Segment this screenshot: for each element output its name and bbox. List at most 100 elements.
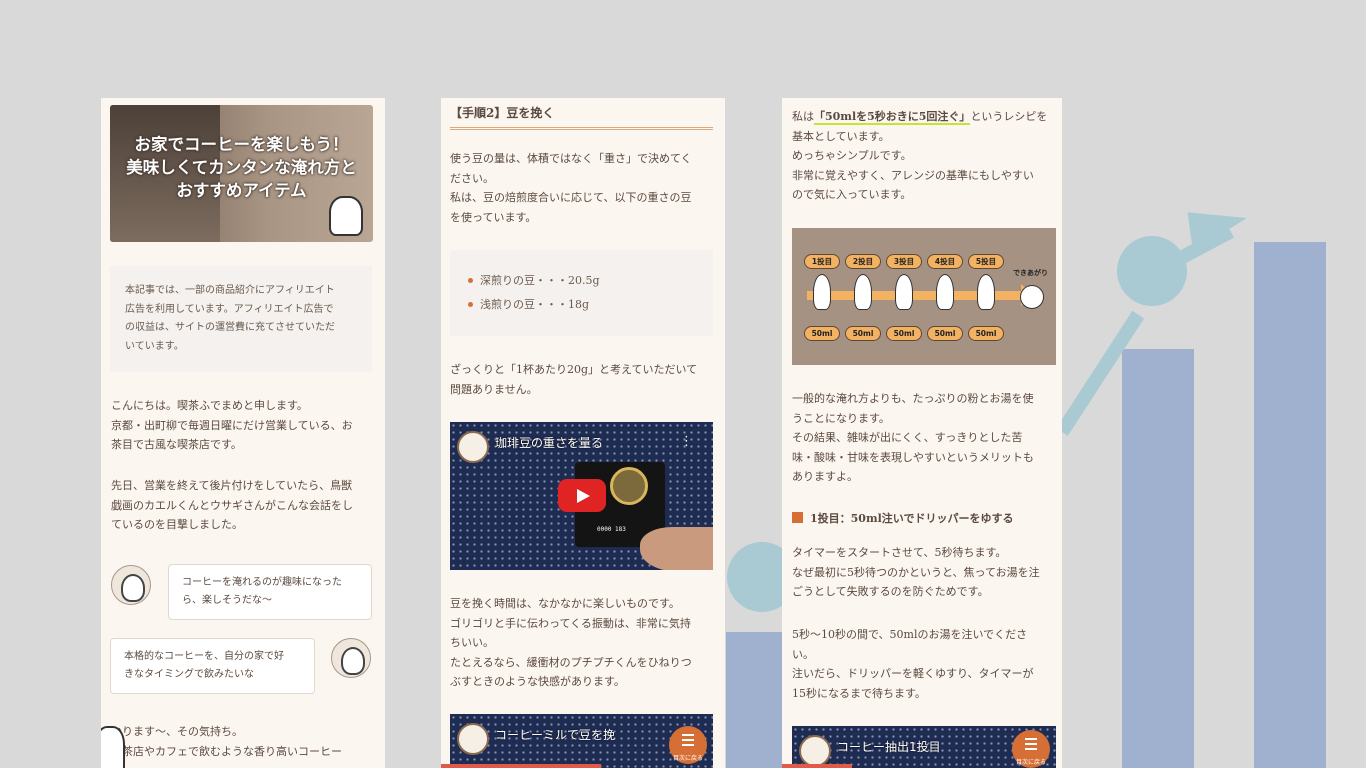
frog-avatar	[111, 565, 151, 605]
paragraph-line: めっちゃシンプルです。	[792, 149, 912, 162]
list-item: 深煎りの豆・・・20.5g	[468, 269, 695, 293]
step-label: 2投目	[845, 254, 881, 269]
rabbit-icon	[936, 274, 954, 310]
amount-label: 50ml	[886, 326, 922, 341]
background-arrow-icon	[1187, 204, 1251, 252]
background-dot-2	[1117, 236, 1187, 306]
amount-label: 50ml	[804, 326, 840, 341]
paragraph-line: 使う豆の量は、体積ではなく「重さ」で決めてく	[450, 152, 692, 165]
background-bar-1	[726, 632, 782, 768]
rabbit-icon	[854, 274, 872, 310]
paragraph-line: かります〜、その気持ち。	[111, 725, 243, 738]
scroll-progress-bar	[782, 764, 852, 768]
video-weigh-beans[interactable]: 珈琲豆の重さを量る ⋮	[450, 422, 713, 570]
more-options-icon[interactable]: ⋮	[680, 434, 693, 449]
step-label: 4投目	[927, 254, 963, 269]
paragraph-line: ありますよ。	[792, 470, 858, 483]
channel-logo-icon[interactable]	[457, 723, 489, 755]
paragraph-line: タイマーをスタートさせて、5秒待ちます。	[792, 546, 1007, 559]
pour-paragraph: 5秒〜10秒の間で、50mlのお湯を注いでくださ い。 注いだら、ドリッパーを軽…	[792, 625, 1058, 703]
frog-icon	[1020, 285, 1044, 309]
video-title[interactable]: コーヒー抽出1投目	[837, 738, 941, 755]
paragraph-line: たとえるなら、緩衝材のプチプチくんをひねりつ	[450, 655, 692, 669]
highlighted-recipe: 「50mlを5秒おきに5回注ぐ」	[814, 110, 971, 125]
paragraph-line: 注いだら、ドリッパーを軽くゆすり、タイマーが	[792, 667, 1034, 680]
dripper-thumbnail	[610, 467, 648, 505]
rabbit-icon	[977, 274, 995, 310]
article-panel-pour[interactable]: 私は「50mlを5秒おきに5回注ぐ」というレシピを 基本としています。 めっちゃ…	[782, 98, 1062, 768]
rabbit-illustration-icon	[329, 196, 363, 236]
paragraph-line: ごうとして失敗するのを防ぐためです。	[792, 585, 989, 598]
bubble-line: きなタイミングで飲みたいな	[124, 669, 254, 680]
paragraph-line: ているのを目撃しました。	[111, 518, 243, 531]
bean-weight-list: 深煎りの豆・・・20.5g 浅煎りの豆・・・18g	[450, 250, 713, 336]
paragraph-line: ださい。	[450, 171, 494, 185]
speech-bubble-frog: コーヒーを淹れるのが趣味になった ら、楽しそうだな〜	[168, 564, 372, 620]
notice-line: 本記事では、一部の商品紹介にアフィリエイト	[125, 285, 335, 296]
amount-paragraph: 使う豆の量は、体積ではなく「重さ」で決めてく ださい。 私は、豆の焙煎度合いに応…	[450, 149, 692, 227]
notice-line: 広告を利用しています。アフィリエイト広告で	[125, 303, 334, 315]
background-bar-2	[1122, 349, 1194, 768]
rough-guide-paragraph: ざっくりと「1杯あたり20g」と考えていただいて 問題ありません。	[450, 360, 697, 399]
back-to-toc-button[interactable]: 目次に戻る	[1012, 730, 1050, 768]
paragraph-line: ゴリゴリと手に伝わってくる振動は、非常に気持	[450, 616, 691, 630]
channel-logo-icon[interactable]	[457, 431, 489, 463]
hero-title-line: 美味しくてカンタンな淹れ方と	[126, 158, 357, 177]
amount-label: 50ml	[927, 326, 963, 341]
recipe-intro-paragraph: 私は「50mlを5秒おきに5回注ぐ」というレシピを 基本としています。 めっちゃ…	[792, 107, 1058, 205]
paragraph-line: 私は「50mlを5秒おきに5回注ぐ」というレシピを	[792, 107, 1058, 127]
intro-paragraph: こんにちは。喫茶ふでまめと申します。 京都・出町柳で毎週日曜にだけ営業している、…	[111, 396, 353, 455]
play-button-icon[interactable]	[558, 479, 606, 512]
paragraph-line: を使っています。	[450, 210, 537, 224]
scroll-progress-bar	[441, 764, 601, 768]
paragraph-line: 問題ありません。	[450, 382, 538, 396]
step-label: 5投目	[968, 254, 1004, 269]
video-title[interactable]: 珈琲豆の重さを量る	[495, 434, 603, 451]
paragraph-line: 基本としています。	[792, 129, 890, 143]
paragraph-line: 豆を挽く時間は、なかなかに楽しいものです。	[450, 597, 680, 610]
grinding-paragraph: 豆を挽く時間は、なかなかに楽しいものです。 ゴリゴリと手に伝わってくる振動は、非…	[450, 594, 692, 692]
video-first-pour[interactable]: コーヒー抽出1投目 目次に戻る	[792, 726, 1056, 768]
amount-label: 50ml	[845, 326, 881, 341]
amount-label: 50ml	[968, 326, 1004, 341]
back-to-toc-button[interactable]: 目次に戻る	[669, 726, 707, 764]
paragraph-line: その結果、雑味が出にくく、すっきりとした苦	[792, 431, 1023, 444]
paragraph-line: 戯画のカエルくんとウサギさんがこんな会話をし	[111, 498, 353, 512]
paragraph-line: なぜ最初に5秒待つのかというと、焦ってお湯を注	[792, 565, 1040, 579]
notice-line: の収益は、サイトの運営費に充てさせていただ	[125, 322, 335, 333]
rabbit-corner-illustration-icon	[101, 726, 125, 768]
step-label: 1投目	[804, 254, 840, 269]
list-item: 浅煎りの豆・・・18g	[468, 293, 695, 317]
paragraph-line: うことになります。	[792, 411, 890, 425]
paragraph-line: 味・酸味・甘味を表現しやすいというメリットも	[792, 450, 1034, 464]
video-title[interactable]: コーヒーミルで豆を挽	[495, 726, 615, 743]
hero-image[interactable]: お家でコーヒーを楽しもう！ 美味しくてカンタンな淹れ方と おすすめアイテム	[110, 105, 373, 242]
bubble-line: ら、楽しそうだな〜	[182, 595, 272, 606]
article-panel-grind[interactable]: 【手順2】豆を挽く 使う豆の量は、体積ではなく「重さ」で決めてく ださい。 私は…	[441, 98, 725, 768]
benefit-paragraph: 一般的な淹れ方よりも、たっぷりの粉とお湯を使 うことになります。 その結果、雑味…	[792, 389, 1058, 487]
channel-logo-icon[interactable]	[799, 735, 831, 767]
paragraph-line: 先日、営業を終えて後片付けをしていたら、鳥獣	[111, 479, 353, 492]
hand-thumbnail	[640, 527, 713, 570]
paragraph-line: 15秒になるまで待ちます。	[792, 686, 926, 700]
video-grind-beans[interactable]: コーヒーミルで豆を挽 目次に戻る	[450, 714, 713, 768]
paragraph-line: 非常に覚えやすく、アレンジの基準にもしやすい	[792, 168, 1034, 182]
paragraph-line: ので気に入っています。	[792, 188, 912, 201]
paragraph-line: 茶目で古風な喫茶店です。	[111, 438, 242, 451]
notice-line: いています。	[125, 340, 184, 352]
article-panel-intro[interactable]: お家でコーヒーを楽しもう！ 美味しくてカンタンな淹れ方と おすすめアイテム 本記…	[101, 98, 385, 768]
done-label: できあがり	[1013, 269, 1048, 277]
rabbit-icon	[813, 274, 831, 310]
wait-paragraph: タイマーをスタートさせて、5秒待ちます。 なぜ最初に5秒待つのかというと、焦って…	[792, 543, 1058, 602]
text-fragment: というレシピを	[970, 110, 1048, 123]
paragraph-line: ちいい。	[450, 636, 494, 649]
affiliate-notice: 本記事では、一部の商品紹介にアフィリエイト 広告を利用しています。アフィリエイト…	[110, 266, 372, 372]
paragraph-line: 5秒〜10秒の間で、50mlのお湯を注いでくださ	[792, 628, 1028, 641]
paragraph-line: ざっくりと「1杯あたり20g」と考えていただいて	[450, 363, 698, 376]
paragraph-line: 一般的な淹れ方よりも、たっぷりの粉とお湯を使	[792, 392, 1034, 405]
paragraph-line: 京都・出町柳で毎週日曜にだけ営業している、お	[111, 418, 353, 432]
bubble-line: 本格的なコーヒーを、自分の家で好	[124, 651, 284, 662]
paragraph-line: 私は、豆の焙煎度合いに応じて、以下の重さの豆	[450, 191, 692, 204]
paragraph-line: こんにちは。喫茶ふでまめと申します。	[111, 399, 308, 412]
hero-title-line: お家でコーヒーを楽しもう！	[134, 135, 349, 154]
